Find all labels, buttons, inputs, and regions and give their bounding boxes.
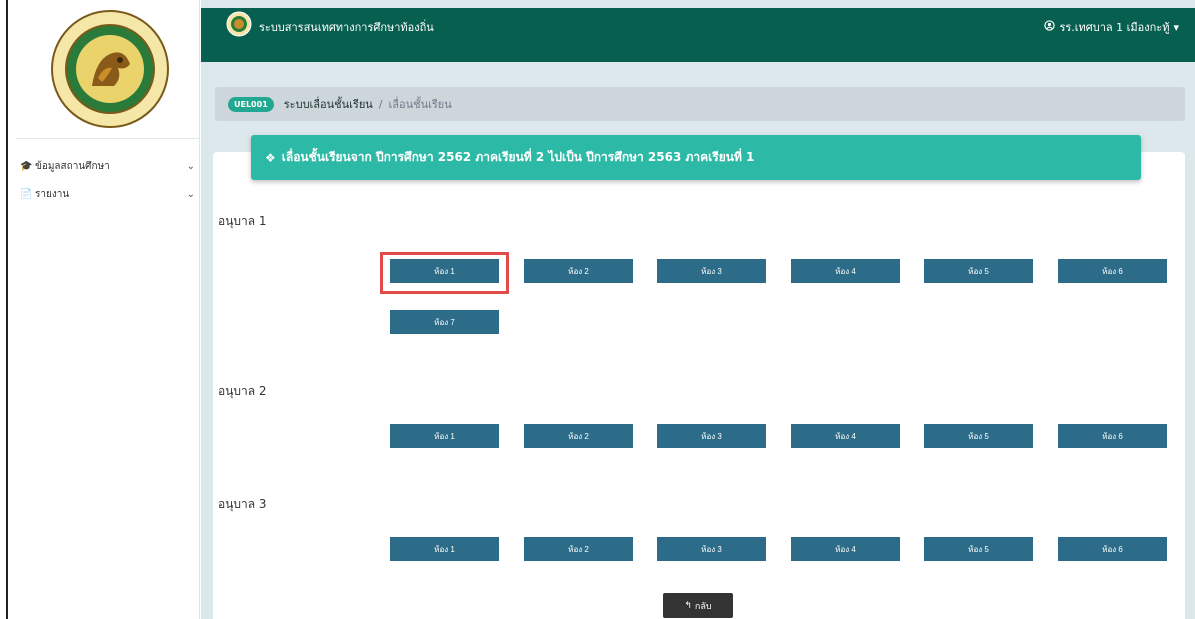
room-button[interactable]: ห้อง 3 [657, 259, 766, 283]
layers-icon: ❖ [265, 150, 276, 165]
back-button[interactable]: ↰ กลับ [663, 593, 733, 618]
reply-icon: ↰ [684, 600, 692, 611]
breadcrumb: UEL001 ระบบเลื่อนชั้นเรียน / เลื่อนชั้นเ… [215, 87, 1185, 121]
user-name: รร.เทศบาล 1 เมืองกะทู้ [1059, 21, 1170, 34]
sidebar-item-label: ข้อมูลสถานศึกษา [35, 160, 110, 172]
user-circle-icon [1044, 20, 1056, 34]
room-button[interactable]: ห้อง 3 [657, 424, 766, 448]
room-button[interactable]: ห้อง 2 [524, 537, 633, 561]
main-content: ระบบสารสนเทศทางการศึกษาท้องถิ่น รร.เทศบา… [201, 0, 1195, 619]
chevron-down-icon: ⌄ [186, 188, 195, 200]
chevron-down-icon: ⌄ [186, 160, 195, 172]
room-button[interactable]: ห้อง 5 [924, 259, 1033, 283]
user-menu[interactable]: รร.เทศบาล 1 เมืองกะทู้ ▾ [1044, 18, 1179, 36]
caret-down-icon: ▾ [1173, 20, 1179, 34]
back-button-label: กลับ [694, 601, 712, 612]
breadcrumb-module-link[interactable]: ระบบเลื่อนชั้นเรียน [284, 95, 373, 113]
room-button[interactable]: ห้อง 7 [390, 310, 499, 334]
level-title-kindergarten-2: อนุบาล 2 [218, 384, 267, 398]
room-button[interactable]: ห้อง 6 [1058, 259, 1167, 283]
module-code-badge: UEL001 [228, 96, 274, 112]
room-button[interactable]: ห้อง 1 [390, 537, 499, 561]
promotion-banner: ❖ เลื่อนชั้นเรียนจาก ปีการศึกษา 2562 ภาค… [251, 135, 1141, 180]
room-button[interactable]: ห้อง 4 [791, 537, 900, 561]
level-title-kindergarten-1: อนุบาล 1 [218, 214, 267, 228]
sidebar-item-label: รายงาน [35, 188, 70, 200]
room-button[interactable]: ห้อง 2 [524, 424, 633, 448]
room-button[interactable]: ห้อง 4 [791, 259, 900, 283]
document-icon: 📄 [20, 188, 33, 200]
room-button[interactable]: ห้อง 2 [524, 259, 633, 283]
room-button[interactable]: ห้อง 3 [657, 537, 766, 561]
banner-text: เลื่อนชั้นเรียนจาก ปีการศึกษา 2562 ภาคเร… [281, 150, 755, 164]
room-button[interactable]: ห้อง 1 [390, 424, 499, 448]
graduation-cap-icon: 🎓 [20, 160, 33, 172]
app-logo [226, 11, 252, 37]
top-navbar: ระบบสารสนเทศทางการศึกษาท้องถิ่น รร.เทศบา… [201, 8, 1195, 62]
sidebar-item-school-info[interactable]: 🎓 ข้อมูลสถานศึกษา ⌄ [20, 157, 195, 175]
room-button[interactable]: ห้อง 4 [791, 424, 900, 448]
room-button[interactable]: ห้อง 5 [924, 537, 1033, 561]
breadcrumb-current: เลื่อนชั้นเรียน [388, 98, 452, 111]
department-seal-logo [48, 8, 172, 130]
sidebar-item-reports[interactable]: 📄 รายงาน ⌄ [20, 185, 195, 203]
sidebar: 🎓 ข้อมูลสถานศึกษา ⌄ 📄 รายงาน ⌄ [8, 0, 200, 619]
app-title: ระบบสารสนเทศทางการศึกษาท้องถิ่น [259, 21, 434, 34]
level-title-kindergarten-3: อนุบาล 3 [218, 497, 267, 511]
app-window: 🎓 ข้อมูลสถานศึกษา ⌄ 📄 รายงาน ⌄ ระบบสารสน… [0, 0, 1195, 619]
sidebar-divider [16, 138, 200, 139]
room-button[interactable]: ห้อง 5 [924, 424, 1033, 448]
breadcrumb-separator: / [378, 97, 383, 111]
selection-highlight [380, 252, 509, 294]
room-button[interactable]: ห้อง 6 [1058, 537, 1167, 561]
room-button[interactable]: ห้อง 6 [1058, 424, 1167, 448]
